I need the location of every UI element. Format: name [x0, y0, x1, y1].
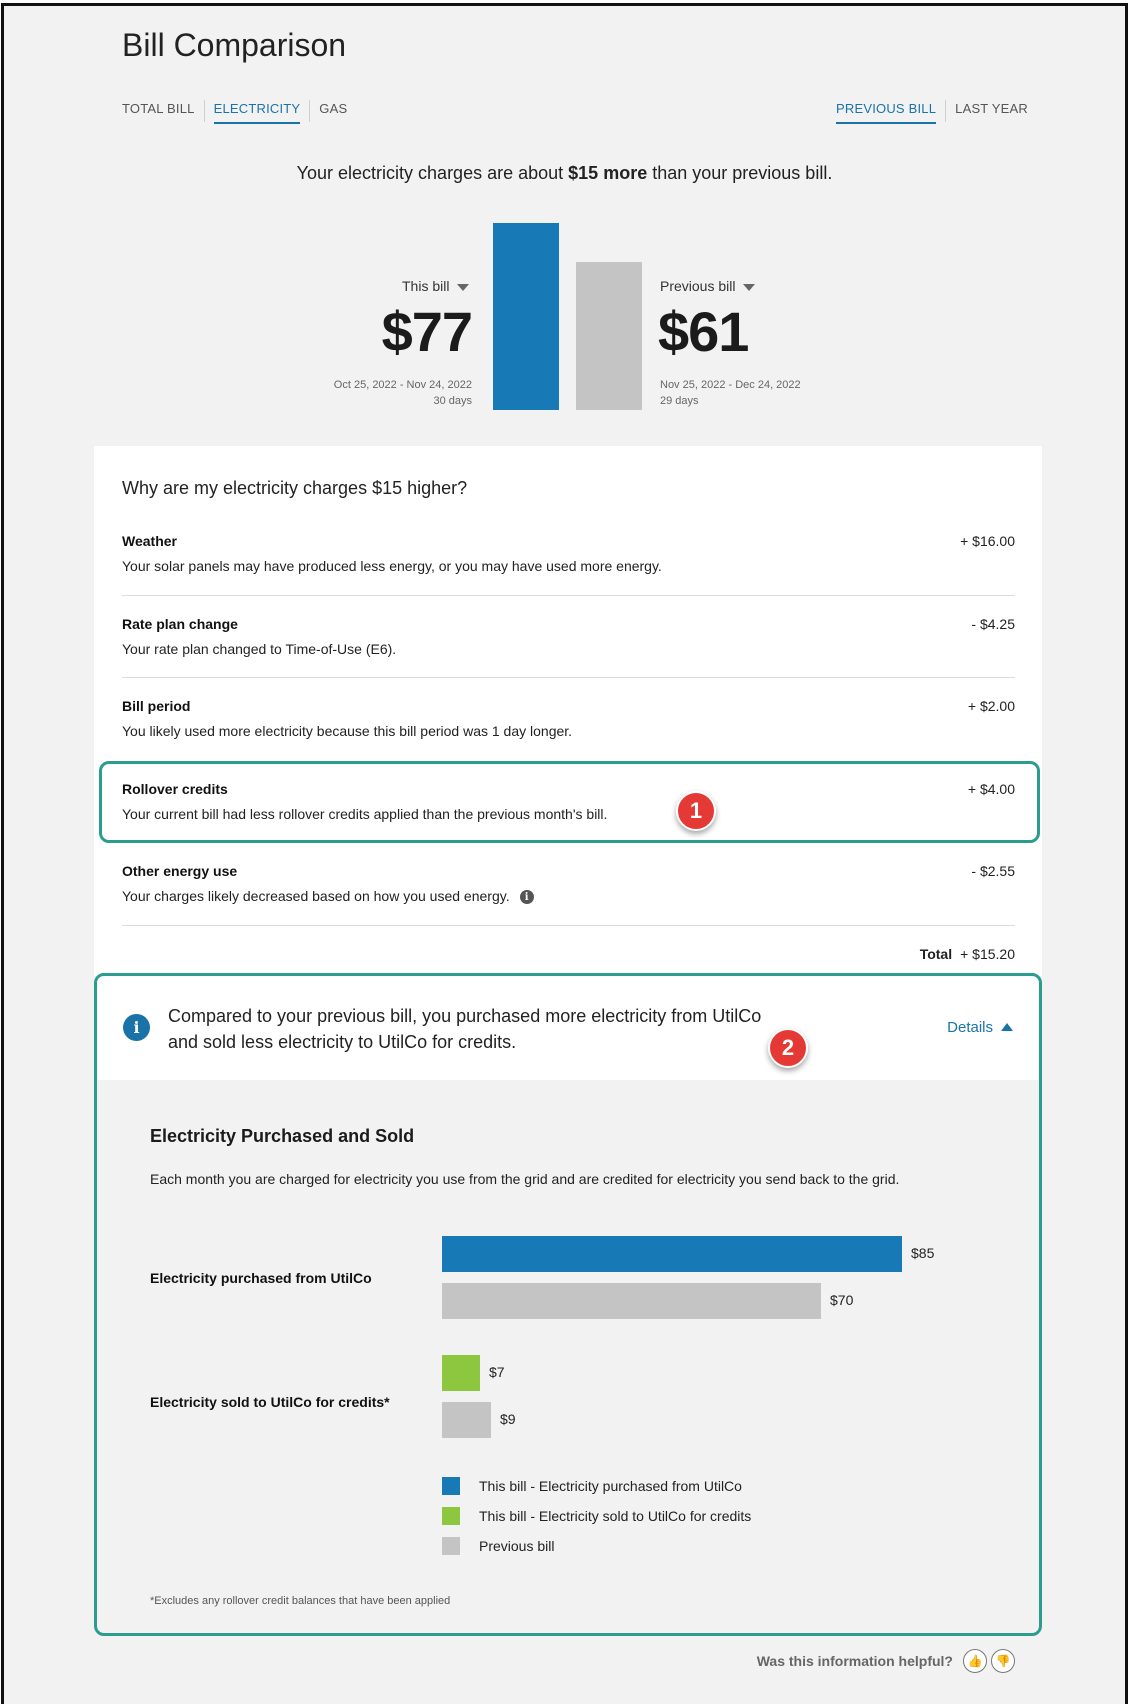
this-bill-dropdown[interactable]: This bill [402, 278, 470, 294]
highlight-box-rollover [99, 761, 1040, 843]
headline-suffix: than your previous bill. [647, 163, 833, 183]
row-title: Weather [122, 533, 177, 549]
row-divider [122, 677, 1015, 678]
previous-bill-amount: $61 [658, 300, 749, 363]
this-bill-days: 30 days [433, 395, 472, 407]
highlight-box-purchased-sold [94, 973, 1042, 1636]
row-divider [122, 595, 1015, 596]
tab-previous-bill[interactable]: PREVIOUS BILL [836, 100, 945, 124]
this-bill-dates: Oct 25, 2022 - Nov 24, 2022 [333, 379, 472, 391]
breakdown-question: Why are my electricity charges $15 highe… [122, 478, 468, 498]
feedback-question: Was this information helpful? [756, 1653, 953, 1669]
info-icon[interactable]: i [519, 890, 534, 905]
comparison-headline: Your electricity charges are about $15 m… [0, 163, 1129, 184]
row-value: + $16.00 [960, 533, 1015, 549]
row-description: Your solar panels may have produced less… [122, 558, 662, 574]
total-value: + $15.20 [960, 946, 1015, 962]
row-description: Your rate plan changed to Time-of-Use (E… [122, 641, 397, 657]
previous-bill-dates: Nov 25, 2022 - Dec 24, 2022 [660, 379, 801, 391]
tab-total-bill[interactable]: TOTAL BILL [122, 100, 204, 122]
headline-emphasis: $15 more [568, 163, 648, 183]
thumbs-up-icon[interactable]: 👍 [963, 1649, 987, 1673]
row-value: - $4.25 [971, 616, 1015, 632]
service-tabs: TOTAL BILL ELECTRICITY GAS [122, 100, 347, 124]
row-title: Rate plan change [122, 616, 238, 632]
comparison-tabs: PREVIOUS BILL LAST YEAR [836, 100, 1028, 124]
breakdown-row-bill-period: Bill period You likely used more electri… [122, 698, 1015, 739]
previous-bill-dropdown[interactable]: Previous bill [660, 278, 756, 294]
previous-bill-days: 29 days [660, 395, 699, 407]
row-title: Other energy use [122, 863, 238, 879]
row-value: - $2.55 [971, 863, 1015, 879]
row-description-text: Your charges likely decreased based on h… [122, 888, 510, 904]
page-title: Bill Comparison [122, 27, 347, 63]
headline-prefix: Your electricity charges are about [296, 163, 569, 183]
tab-gas[interactable]: GAS [309, 100, 347, 122]
caret-down-icon [457, 283, 470, 291]
previous-bill-label: Previous bill [660, 278, 736, 294]
annotation-badge-1: 1 [676, 791, 716, 831]
row-description: Your charges likely decreased based on h… [122, 888, 1015, 905]
this-bill-bar [493, 223, 559, 410]
annotation-badge-2: 2 [768, 1028, 808, 1068]
row-description: You likely used more electricity because… [122, 723, 573, 739]
this-bill-period: Oct 25, 2022 - Nov 24, 2022 30 days [334, 377, 472, 409]
previous-bill-bar [576, 262, 642, 410]
breakdown-row-other-energy: Other energy use Your charges likely dec… [122, 863, 1015, 905]
total-label: Total [919, 946, 953, 962]
row-divider [122, 925, 1015, 926]
this-bill-amount: $77 [381, 300, 473, 363]
previous-bill-period: Nov 25, 2022 - Dec 24, 2022 29 days [660, 377, 801, 409]
row-title: Bill period [122, 698, 191, 714]
thumbs-down-icon[interactable]: 👎 [991, 1649, 1015, 1673]
breakdown-row-weather: Weather Your solar panels may have produ… [122, 533, 1015, 574]
row-value: + $2.00 [967, 698, 1015, 714]
tab-electricity[interactable]: ELECTRICITY [203, 100, 310, 124]
caret-down-icon [743, 283, 756, 291]
tab-last-year[interactable]: LAST YEAR [945, 100, 1028, 122]
breakdown-row-rate-plan: Rate plan change Your rate plan changed … [122, 616, 1015, 657]
this-bill-label: This bill [402, 278, 450, 294]
breakdown-total: Total + $15.20 [920, 946, 1015, 962]
feedback-prompt: Was this information helpful? 👍 👎 [757, 1649, 1015, 1673]
